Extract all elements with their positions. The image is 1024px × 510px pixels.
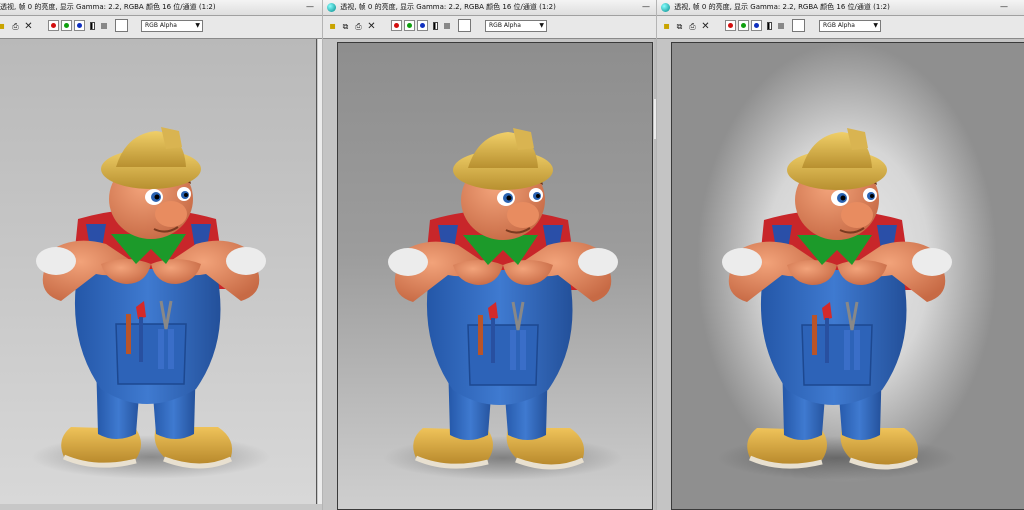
save-icon[interactable]: ▪ bbox=[661, 21, 672, 32]
monochrome-icon[interactable] bbox=[90, 22, 95, 30]
gray-toggle-icon[interactable] bbox=[444, 23, 450, 29]
title-bar[interactable]: 透视, 帧 0 的亮度, 显示 Gamma: 2.2, RGBA 颜色 16 位… bbox=[323, 0, 656, 16]
channel-select-value: RGB Alpha bbox=[145, 22, 177, 29]
blue-channel-button[interactable] bbox=[74, 20, 85, 31]
render-window-3: 透视, 帧 0 的亮度, 显示 Gamma: 2.2, RGBA 颜色 16 位… bbox=[657, 0, 1024, 510]
character-render bbox=[0, 39, 316, 504]
blue-channel-icon bbox=[420, 23, 425, 28]
chevron-down-icon: ▼ bbox=[873, 22, 878, 29]
green-channel-icon bbox=[64, 23, 69, 28]
minimize-button[interactable]: — bbox=[998, 3, 1010, 11]
copy-icon[interactable]: ⧉ bbox=[340, 21, 351, 32]
title-bar[interactable]: 透视, 帧 0 的亮度, 显示 Gamma: 2.2, RGBA 颜色 16 位… bbox=[657, 0, 1024, 16]
channel-select[interactable]: RGB Alpha ▼ bbox=[141, 20, 203, 32]
render-window-2: 透视, 帧 0 的亮度, 显示 Gamma: 2.2, RGBA 颜色 16 位… bbox=[323, 0, 656, 510]
frame-buffer-toolbar: ▪ ⎙ ✕ RGB Alpha ▼ bbox=[0, 16, 322, 39]
minimize-button[interactable]: — bbox=[640, 3, 652, 11]
window-title: 透视, 帧 0 的亮度, 显示 Gamma: 2.2, RGBA 颜色 16 位… bbox=[674, 3, 890, 11]
channel-select[interactable]: RGB Alpha ▼ bbox=[485, 20, 547, 32]
clear-icon[interactable]: ✕ bbox=[700, 21, 711, 32]
red-channel-button[interactable] bbox=[48, 20, 59, 31]
red-channel-button[interactable] bbox=[725, 20, 736, 31]
title-bar[interactable]: 透视, 帧 0 的亮度, 显示 Gamma: 2.2, RGBA 颜色 16 位… bbox=[0, 0, 322, 16]
print-icon[interactable]: ⎙ bbox=[353, 21, 364, 32]
color-swatch[interactable] bbox=[792, 19, 805, 32]
green-channel-icon bbox=[407, 23, 412, 28]
red-channel-icon bbox=[728, 23, 733, 28]
character-render bbox=[672, 43, 1024, 509]
blue-channel-button[interactable] bbox=[417, 20, 428, 31]
save-icon[interactable]: ▪ bbox=[327, 21, 338, 32]
print-icon[interactable]: ⎙ bbox=[687, 21, 698, 32]
scrollbar-thumb[interactable] bbox=[318, 39, 322, 504]
scrollbar-thumb[interactable] bbox=[654, 99, 656, 139]
render-viewport[interactable] bbox=[0, 39, 322, 510]
gray-toggle-icon[interactable] bbox=[101, 23, 107, 29]
red-channel-button[interactable] bbox=[391, 20, 402, 31]
red-channel-icon bbox=[51, 23, 56, 28]
color-swatch[interactable] bbox=[458, 19, 471, 32]
channel-select-value: RGB Alpha bbox=[489, 22, 521, 29]
clear-icon[interactable]: ✕ bbox=[366, 21, 377, 32]
window-title: 透视, 帧 0 的亮度, 显示 Gamma: 2.2, RGBA 颜色 16 位… bbox=[340, 3, 556, 11]
render-frame bbox=[0, 39, 317, 504]
color-swatch[interactable] bbox=[115, 19, 128, 32]
vertical-scrollbar[interactable] bbox=[654, 39, 656, 510]
clear-icon[interactable]: ✕ bbox=[23, 21, 34, 32]
blue-channel-button[interactable] bbox=[751, 20, 762, 31]
green-channel-button[interactable] bbox=[738, 20, 749, 31]
gray-toggle-icon[interactable] bbox=[778, 23, 784, 29]
blue-channel-icon bbox=[77, 23, 82, 28]
save-icon[interactable]: ▪ bbox=[0, 21, 7, 32]
channel-select[interactable]: RGB Alpha ▼ bbox=[819, 20, 881, 32]
render-frame bbox=[337, 42, 653, 510]
character-render bbox=[338, 43, 652, 509]
vertical-scrollbar[interactable] bbox=[318, 39, 322, 504]
blue-channel-icon bbox=[754, 23, 759, 28]
window-title: 透视, 帧 0 的亮度, 显示 Gamma: 2.2, RGBA 颜色 16 位… bbox=[0, 3, 216, 11]
chevron-down-icon: ▼ bbox=[539, 22, 544, 29]
app-icon bbox=[661, 3, 670, 12]
frame-buffer-toolbar: ▪ ⧉ ⎙ ✕ RGB Alpha ▼ bbox=[323, 16, 656, 39]
print-icon[interactable]: ⎙ bbox=[10, 21, 21, 32]
minimize-button[interactable]: — bbox=[304, 3, 316, 11]
render-window-1: 透视, 帧 0 的亮度, 显示 Gamma: 2.2, RGBA 颜色 16 位… bbox=[0, 0, 322, 510]
render-viewport[interactable] bbox=[657, 39, 1024, 510]
app-icon bbox=[327, 3, 336, 12]
render-frame bbox=[671, 42, 1024, 510]
red-channel-icon bbox=[394, 23, 399, 28]
copy-icon[interactable]: ⧉ bbox=[674, 21, 685, 32]
monochrome-icon[interactable] bbox=[767, 22, 772, 30]
render-viewport[interactable] bbox=[323, 39, 656, 510]
monochrome-icon[interactable] bbox=[433, 22, 438, 30]
green-channel-button[interactable] bbox=[404, 20, 415, 31]
channel-select-value: RGB Alpha bbox=[823, 22, 855, 29]
chevron-down-icon: ▼ bbox=[195, 22, 200, 29]
green-channel-icon bbox=[741, 23, 746, 28]
green-channel-button[interactable] bbox=[61, 20, 72, 31]
frame-buffer-toolbar: ▪ ⧉ ⎙ ✕ RGB Alpha ▼ bbox=[657, 16, 1024, 39]
